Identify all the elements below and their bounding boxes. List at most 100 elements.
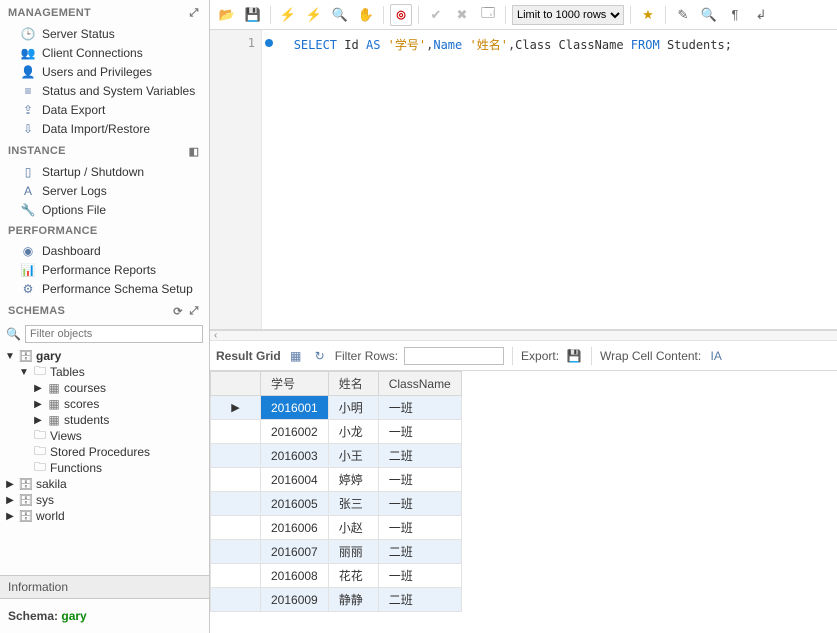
cell[interactable]: 2016004	[261, 468, 329, 492]
col-header[interactable]: 学号	[261, 372, 329, 396]
schema-sys[interactable]: ▶🗄sys	[4, 492, 205, 508]
schema-filter-input[interactable]	[25, 325, 203, 343]
table-row[interactable]: 2016007丽丽二班	[211, 540, 462, 564]
nav-server-logs[interactable]: AServer Logs	[0, 181, 209, 200]
table-row[interactable]: 2016009静静二班	[211, 588, 462, 612]
cell[interactable]: 2016009	[261, 588, 329, 612]
save-icon[interactable]: 💾	[242, 4, 264, 26]
row-selector[interactable]	[211, 516, 261, 540]
cell[interactable]: 张三	[328, 492, 378, 516]
table-scores[interactable]: ▶▦scores	[4, 396, 205, 412]
snippet-icon[interactable]: ✎	[672, 4, 694, 26]
table-row[interactable]: 2016002小龙一班	[211, 420, 462, 444]
cell[interactable]: 一班	[378, 564, 461, 588]
cell[interactable]: 静静	[328, 588, 378, 612]
nav-startup-shutdown[interactable]: ▯Startup / Shutdown	[0, 162, 209, 181]
cell[interactable]: 2016005	[261, 492, 329, 516]
cell[interactable]: 2016006	[261, 516, 329, 540]
schema-label: world	[36, 509, 65, 523]
row-selector[interactable]	[211, 588, 261, 612]
explain-icon[interactable]: 🔍	[329, 4, 351, 26]
export-icon[interactable]: 💾	[565, 347, 583, 365]
cell[interactable]: 婷婷	[328, 468, 378, 492]
table-courses[interactable]: ▶▦courses	[4, 380, 205, 396]
table-row[interactable]: 2016006小赵一班	[211, 516, 462, 540]
cell[interactable]: 二班	[378, 444, 461, 468]
find-icon[interactable]: 🔍	[698, 4, 720, 26]
cell[interactable]: 一班	[378, 396, 461, 420]
table-row[interactable]: 2016004婷婷一班	[211, 468, 462, 492]
table-row[interactable]: 2016003小王二班	[211, 444, 462, 468]
table-row[interactable]: ▶2016001小明一班	[211, 396, 462, 420]
schema-world[interactable]: ▶🗄world	[4, 508, 205, 524]
cell[interactable]: 2016001	[261, 396, 329, 420]
nav-label: Dashboard	[42, 244, 101, 258]
cell[interactable]: 一班	[378, 468, 461, 492]
wrap-cell-icon[interactable]: IA	[707, 347, 725, 365]
row-selector[interactable]	[211, 444, 261, 468]
row-selector[interactable]	[211, 420, 261, 444]
refresh-icon[interactable]: ⟳	[171, 304, 185, 318]
col-header[interactable]: 姓名	[328, 372, 378, 396]
nav-users-privileges[interactable]: 👤Users and Privileges	[0, 62, 209, 81]
col-header[interactable]: ClassName	[378, 372, 461, 396]
rollback-icon[interactable]: ✖	[451, 4, 473, 26]
open-file-icon[interactable]: 📂	[216, 4, 238, 26]
nav-dashboard[interactable]: ◉Dashboard	[0, 241, 209, 260]
toggle-limit-icon[interactable]: ◎	[390, 4, 412, 26]
cell[interactable]: 一班	[378, 516, 461, 540]
tab-scroll-strip[interactable]	[210, 331, 837, 341]
nav-options-file[interactable]: 🔧Options File	[0, 200, 209, 219]
refresh-icon[interactable]: ↻	[311, 347, 329, 365]
cell[interactable]: 2016007	[261, 540, 329, 564]
execute-icon[interactable]: ⚡	[277, 4, 299, 26]
row-selector[interactable]	[211, 492, 261, 516]
cell[interactable]: 二班	[378, 588, 461, 612]
table-row[interactable]: 2016005张三一班	[211, 492, 462, 516]
cell[interactable]: 花花	[328, 564, 378, 588]
folder-tables[interactable]: ▼🗀Tables	[4, 364, 205, 380]
sql-editor[interactable]: 1 SELECT Id AS '学号',Name '姓名',Class Clas…	[210, 30, 837, 330]
table-row[interactable]: 2016008花花一班	[211, 564, 462, 588]
beautify-icon[interactable]: ★	[637, 4, 659, 26]
info-panel-header: Information	[0, 575, 209, 599]
nav-data-import[interactable]: ⇩Data Import/Restore	[0, 119, 209, 138]
row-selector[interactable]: ▶	[211, 396, 261, 420]
toggle-whitespace-icon[interactable]: ¶	[724, 4, 746, 26]
expand-icon[interactable]: ⤢	[187, 6, 201, 20]
cell[interactable]: 小龙	[328, 420, 378, 444]
cell[interactable]: 2016002	[261, 420, 329, 444]
nav-data-export[interactable]: ⇪Data Export	[0, 100, 209, 119]
row-selector[interactable]	[211, 540, 261, 564]
cell[interactable]: 二班	[378, 540, 461, 564]
nav-status-vars[interactable]: ≡Status and System Variables	[0, 81, 209, 100]
cell[interactable]: 小明	[328, 396, 378, 420]
expand-icon[interactable]: ⤢	[187, 304, 201, 318]
row-selector[interactable]	[211, 564, 261, 588]
autocommit-icon[interactable]: 🗔	[477, 4, 499, 26]
nav-client-connections[interactable]: 👥Client Connections	[0, 43, 209, 62]
row-selector[interactable]	[211, 468, 261, 492]
nav-perf-reports[interactable]: 📊Performance Reports	[0, 260, 209, 279]
commit-icon[interactable]: ✔	[425, 4, 447, 26]
cell[interactable]: 一班	[378, 420, 461, 444]
cell[interactable]: 小赵	[328, 516, 378, 540]
filter-rows-input[interactable]	[404, 347, 504, 365]
nav-perf-schema-setup[interactable]: ⚙Performance Schema Setup	[0, 279, 209, 298]
execute-step-icon[interactable]: ⚡	[303, 4, 325, 26]
result-grid[interactable]: 学号 姓名 ClassName ▶2016001小明一班2016002小龙一班2…	[210, 371, 837, 612]
cell[interactable]: 2016003	[261, 444, 329, 468]
folder-functions[interactable]: 🗀Functions	[4, 460, 205, 476]
wrap-icon[interactable]: ↲	[750, 4, 772, 26]
nav-label: Server Logs	[42, 184, 107, 198]
cell[interactable]: 一班	[378, 492, 461, 516]
nav-label: Performance Schema Setup	[42, 282, 193, 296]
grid-icon[interactable]: ▦	[287, 347, 305, 365]
sql-code[interactable]: SELECT Id AS '学号',Name '姓名',Class ClassN…	[262, 30, 837, 329]
cell[interactable]: 丽丽	[328, 540, 378, 564]
stop-icon[interactable]: ✋	[355, 4, 377, 26]
row-limit-select[interactable]: Limit to 1000 rows	[512, 5, 624, 25]
cell[interactable]: 2016008	[261, 564, 329, 588]
cell[interactable]: 小王	[328, 444, 378, 468]
nav-server-status[interactable]: 🕒Server Status	[0, 24, 209, 43]
